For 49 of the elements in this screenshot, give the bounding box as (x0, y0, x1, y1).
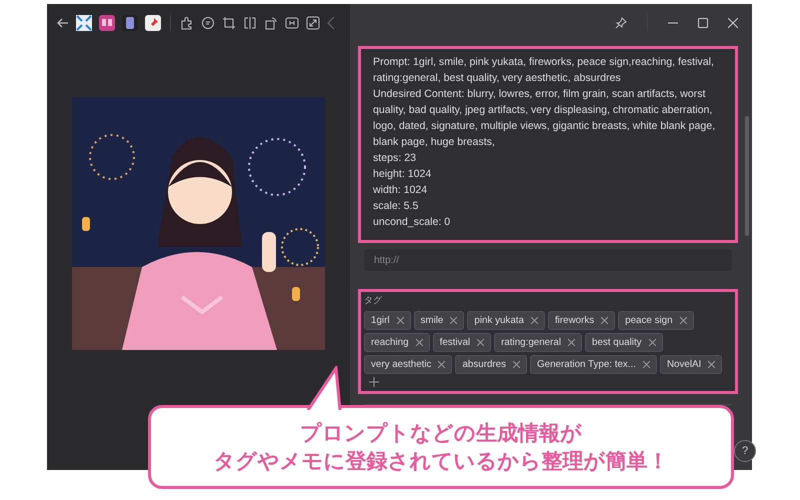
remove-icon[interactable] (450, 317, 458, 324)
back-icon[interactable] (57, 18, 69, 28)
remove-icon[interactable] (708, 361, 716, 368)
tag-chip[interactable]: peace sign (618, 311, 694, 330)
tag-chip[interactable]: pink yukata (467, 311, 545, 330)
callout-text: タグやメモに登録されているから整理が簡単！ (214, 448, 668, 475)
tag-chip[interactable]: fireworks (548, 311, 616, 330)
remove-icon[interactable] (477, 339, 484, 346)
tag-chip[interactable]: reaching (364, 333, 430, 352)
callout-text: プロンプトなどの生成情報が (300, 420, 582, 447)
tag-chip[interactable]: smile (414, 311, 464, 330)
tag-chip[interactable]: Generation Type: tex... (530, 355, 657, 374)
puzzle-icon[interactable] (180, 16, 194, 30)
pin-icon[interactable] (615, 17, 627, 29)
remove-icon[interactable] (680, 317, 687, 324)
tags-label: タグ (364, 295, 383, 307)
chevron-left-icon[interactable] (327, 16, 335, 30)
remove-icon[interactable] (642, 361, 650, 368)
frame-icon[interactable] (285, 16, 299, 30)
pin-app-icon[interactable] (145, 15, 161, 31)
tag-chip[interactable]: absurdres (455, 355, 528, 374)
remove-icon[interactable] (438, 361, 446, 368)
scrollbar-thumb[interactable] (745, 116, 749, 236)
tag-chip[interactable]: best quality (585, 333, 663, 352)
prompt-info-field[interactable]: Prompt: 1girl, smile, pink yukata, fireworks, peace sign,reaching, festival, rating:general, best quality, very aesthetic, absurdres Undesired Content: blurry, lowres, error, film grain, scan artifacts, worst quality, bad quality, jpeg artifacts, very displeasing, chromatic aberration, logo, dated, signature, multiple views, gigantic breasts, white blank page, blank page, huge breasts, steps: 23 height: 1024 width: 1024 scale: 5.5 uncond_scale: 0 (358, 46, 738, 243)
tag-chip[interactable]: NovelAI (660, 355, 722, 374)
add-icon[interactable] (369, 377, 379, 387)
tag-chip[interactable]: 1girl (364, 311, 411, 330)
tag-chip[interactable]: very aesthetic (364, 355, 452, 374)
expand-icon[interactable] (306, 16, 320, 30)
remove-icon[interactable] (513, 361, 520, 368)
tag-chip[interactable]: rating:general (494, 333, 582, 352)
remove-icon[interactable] (416, 339, 423, 346)
maximize-icon[interactable] (698, 18, 708, 28)
app-icon[interactable] (99, 15, 115, 31)
split-icon[interactable] (243, 16, 257, 30)
remove-icon[interactable] (396, 317, 404, 324)
remove-icon[interactable] (530, 317, 538, 324)
chat-icon[interactable] (201, 16, 215, 30)
crop-icon[interactable] (222, 16, 236, 30)
close-icon[interactable] (728, 18, 738, 28)
remove-icon[interactable] (568, 339, 576, 346)
rotate-icon[interactable] (264, 16, 278, 30)
tag-chip[interactable]: festival (432, 333, 492, 352)
remove-icon[interactable] (648, 339, 656, 346)
app-icon[interactable] (122, 15, 138, 31)
remove-icon[interactable] (601, 317, 608, 324)
url-field[interactable]: http:// (364, 249, 732, 271)
app-icon[interactable] (76, 15, 92, 31)
